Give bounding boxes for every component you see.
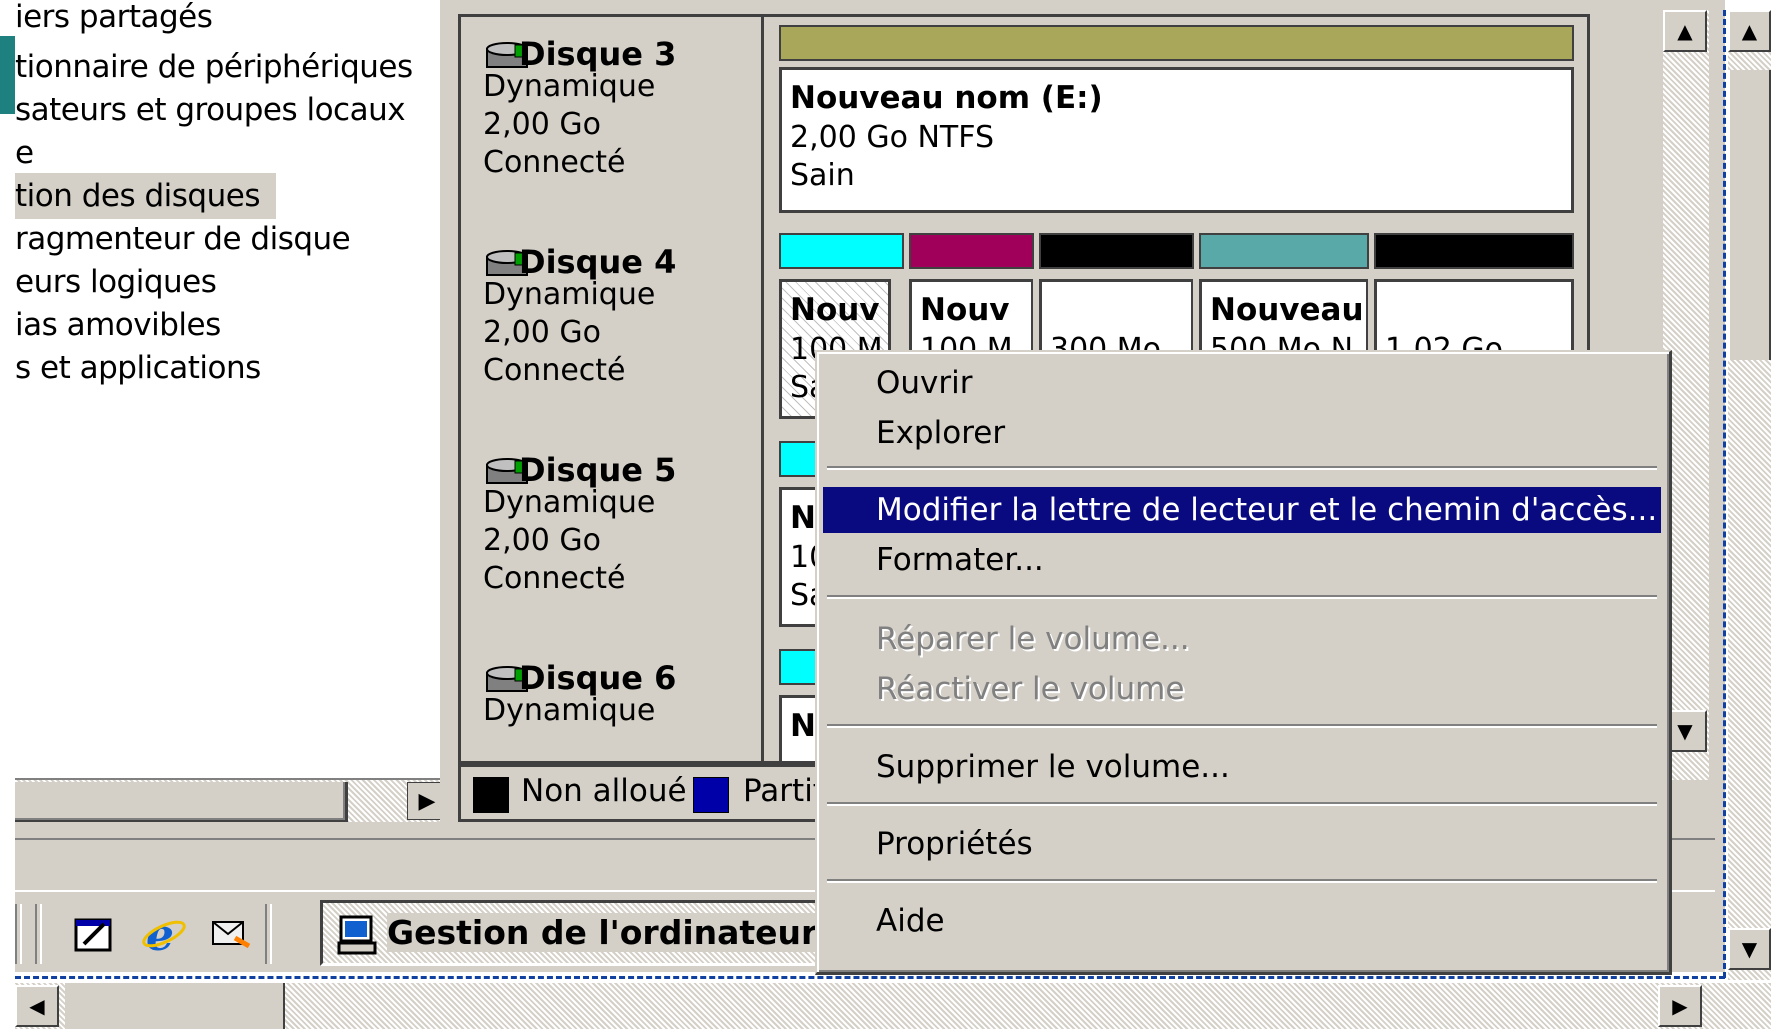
- disk-status: Connecté: [483, 353, 626, 388]
- disk-size: 2,00 Go: [483, 523, 601, 558]
- menu-separator: [827, 466, 1657, 470]
- tree-item-shared-folders[interactable]: iers partagés: [15, 0, 213, 40]
- disk-type: Dynamique: [483, 485, 656, 520]
- volume-name: Nouv: [920, 292, 1010, 328]
- show-desktop-icon[interactable]: [70, 910, 118, 958]
- volume-health: Sain: [790, 158, 855, 193]
- volume-color-strip: [909, 233, 1034, 269]
- window-vertical-scrollbar[interactable]: ▲ ▼: [1728, 10, 1771, 980]
- disk-name: Disque 5: [519, 451, 677, 489]
- disk-status: Connecté: [483, 145, 626, 180]
- volume-size-fs: 2,00 Go NTFS: [790, 120, 995, 155]
- menu-item-explore[interactable]: Explorer: [823, 410, 1661, 456]
- volume-color-strip: [779, 25, 1574, 61]
- disk-name: Disque 3: [519, 35, 677, 73]
- tree-item-services-applications[interactable]: s et applications: [15, 345, 261, 391]
- disk-status: Connecté: [483, 561, 626, 596]
- tree-horizontal-scrollbar[interactable]: ▶: [15, 778, 447, 824]
- scroll-thumb[interactable]: [1728, 70, 1771, 360]
- scroll-up-arrow-icon[interactable]: ▲: [1663, 10, 1707, 52]
- scroll-up-arrow-icon[interactable]: ▲: [1728, 10, 1771, 52]
- computer-icon: [337, 915, 377, 955]
- tree-item-device-manager[interactable]: tionnaire de périphériques: [15, 44, 413, 90]
- focus-border: [15, 976, 1725, 979]
- focus-border: [1723, 10, 1726, 978]
- scroll-down-arrow-icon[interactable]: ▼: [1728, 928, 1771, 970]
- disk-label[interactable]: Disque 6 Dynamique: [461, 641, 764, 761]
- disk-size: 2,00 Go: [483, 107, 601, 142]
- disk-label[interactable]: Disque 4 Dynamique 2,00 Go Connecté: [461, 225, 764, 436]
- volume-name: Nouveau: [1210, 292, 1364, 328]
- legend-swatch-unallocated: [473, 777, 509, 813]
- volume-context-menu[interactable]: Ouvrir Explorer Modifier la lettre de le…: [815, 350, 1672, 975]
- volume-color-strip: [779, 233, 904, 269]
- volume-box-e[interactable]: Nouveau nom (E:) 2,00 Go NTFS Sain: [779, 67, 1574, 213]
- disk-name: Disque 6: [519, 659, 677, 697]
- taskbar-separator: [15, 904, 22, 964]
- menu-item-delete-volume[interactable]: Supprimer le volume...: [823, 744, 1661, 790]
- taskbar-separator: [35, 904, 42, 964]
- menu-item-open[interactable]: Ouvrir: [823, 360, 1661, 406]
- menu-item-reactivate-volume: Réactiver le volume: [876, 671, 1185, 707]
- disk-label[interactable]: Disque 5 Dynamique 2,00 Go Connecté: [461, 433, 764, 644]
- volume-color-strip: [1374, 233, 1574, 269]
- scroll-thumb[interactable]: [15, 782, 348, 823]
- outlook-express-icon[interactable]: [207, 910, 255, 958]
- taskbar-separator: [265, 904, 272, 964]
- tree-item-disk-management[interactable]: tion des disques: [15, 173, 276, 219]
- disk-type: Dynamique: [483, 69, 656, 104]
- taskbar-button-computer-management[interactable]: Gestion de l'ordinateur: [320, 900, 818, 966]
- disk-size: 2,00 Go: [483, 315, 601, 350]
- taskbar-button-label: Gestion de l'ordinateur: [387, 913, 818, 952]
- tree-item-removable-storage[interactable]: ias amovibles: [15, 302, 221, 348]
- legend-label: Non alloué: [521, 773, 687, 809]
- legend-swatch-partition: [693, 777, 729, 813]
- volume-color-strip: [1039, 233, 1194, 269]
- disk-row[interactable]: Disque 3 Dynamique 2,00 Go Connecté Nouv…: [461, 17, 1587, 229]
- console-tree[interactable]: iers partagés tionnaire de périphériques…: [15, 0, 442, 790]
- window-title-fragment: [0, 36, 16, 114]
- disk-label[interactable]: Disque 3 Dynamique 2,00 Go Connecté: [461, 17, 764, 228]
- volume-name: Nouv: [790, 292, 880, 328]
- disk-type: Dynamique: [483, 693, 656, 728]
- menu-separator: [827, 802, 1657, 806]
- scroll-left-arrow-icon[interactable]: ◀: [15, 985, 59, 1027]
- disk-name: Disque 4: [519, 243, 677, 281]
- menu-item-format[interactable]: Formater...: [823, 537, 1661, 583]
- scroll-thumb[interactable]: [65, 983, 285, 1029]
- volume-name: Nouveau nom (E:): [790, 80, 1103, 116]
- tree-item-logical-drives[interactable]: eurs logiques: [15, 259, 217, 305]
- disk-type: Dynamique: [483, 277, 656, 312]
- tree-item-local-users-groups[interactable]: sateurs et groupes locaux: [15, 87, 406, 133]
- scroll-right-arrow-icon[interactable]: ▶: [1658, 985, 1702, 1027]
- menu-separator: [827, 724, 1657, 728]
- menu-separator: [827, 595, 1657, 599]
- menu-item-change-drive-letter[interactable]: Modifier la lettre de lecteur et le chem…: [823, 487, 1661, 533]
- window-horizontal-scrollbar[interactable]: ◀ ▶: [15, 983, 1771, 1029]
- menu-item-properties[interactable]: Propriétés: [823, 821, 1661, 867]
- menu-separator: [827, 879, 1657, 883]
- menu-item-help[interactable]: Aide: [823, 898, 1661, 944]
- legend-label: Partit: [743, 773, 825, 809]
- internet-explorer-icon[interactable]: e: [140, 910, 188, 958]
- menu-item-repair-volume: Réparer le volume...: [876, 621, 1190, 657]
- tree-item-defragmenter[interactable]: ragmenteur de disque: [15, 216, 351, 262]
- tree-item-storage[interactable]: e: [15, 130, 34, 176]
- volume-color-strip: [1199, 233, 1369, 269]
